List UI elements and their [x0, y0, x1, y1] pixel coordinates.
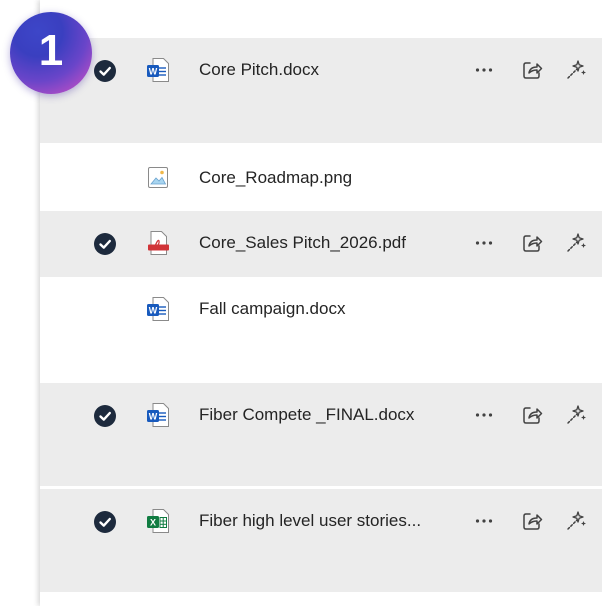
selected-check-icon[interactable]	[94, 60, 116, 82]
left-rail	[0, 0, 40, 606]
file-row[interactable]: W Fiber Compete _FINAL.docx	[40, 383, 602, 486]
share-icon[interactable]	[520, 231, 544, 255]
file-name[interactable]: Core_Roadmap.png	[199, 168, 352, 188]
file-name[interactable]: Core_Sales Pitch_2026.pdf	[199, 233, 406, 253]
word-file-icon: W	[147, 297, 169, 321]
pdf-file-icon	[148, 231, 169, 255]
copilot-sparkle-icon[interactable]	[564, 58, 588, 82]
svg-text:W: W	[149, 412, 158, 422]
file-row[interactable]: X Fiber high level user stories...	[40, 489, 602, 592]
more-options-icon[interactable]	[472, 403, 496, 427]
step-number: 1	[38, 26, 64, 75]
share-icon[interactable]	[520, 509, 544, 533]
selected-check-icon[interactable]	[94, 405, 116, 427]
image-file-icon	[148, 167, 168, 188]
share-icon[interactable]	[520, 58, 544, 82]
svg-text:W: W	[149, 67, 158, 77]
selected-check-icon[interactable]	[94, 511, 116, 533]
file-name[interactable]: Fiber high level user stories...	[199, 511, 421, 531]
copilot-sparkle-icon[interactable]	[564, 231, 588, 255]
file-row[interactable]: Core_Sales Pitch_2026.pdf	[40, 211, 602, 277]
file-name[interactable]: Fiber Compete _FINAL.docx	[199, 405, 414, 425]
step-number-badge: 1	[10, 12, 92, 94]
more-options-icon[interactable]	[472, 231, 496, 255]
more-options-icon[interactable]	[472, 509, 496, 533]
copilot-sparkle-icon[interactable]	[564, 403, 588, 427]
selected-check-icon[interactable]	[94, 233, 116, 255]
more-options-icon[interactable]	[472, 58, 496, 82]
file-list-panel: W Core Pitch.docx Core_Roadmap.png Core_…	[40, 0, 602, 606]
file-name[interactable]: Fall campaign.docx	[199, 299, 345, 319]
file-row[interactable]: W Fall campaign.docx	[40, 277, 602, 383]
word-file-icon: W	[147, 58, 169, 82]
copilot-sparkle-icon[interactable]	[564, 509, 588, 533]
file-row[interactable]: Core_Roadmap.png	[40, 143, 602, 211]
share-icon[interactable]	[520, 403, 544, 427]
file-name[interactable]: Core Pitch.docx	[199, 60, 319, 80]
file-row[interactable]: W Core Pitch.docx	[40, 38, 602, 143]
word-file-icon: W	[147, 403, 169, 427]
excel-file-icon: X	[147, 509, 169, 533]
svg-text:W: W	[149, 306, 158, 316]
list-top-strip	[40, 0, 602, 38]
svg-text:X: X	[150, 518, 156, 528]
